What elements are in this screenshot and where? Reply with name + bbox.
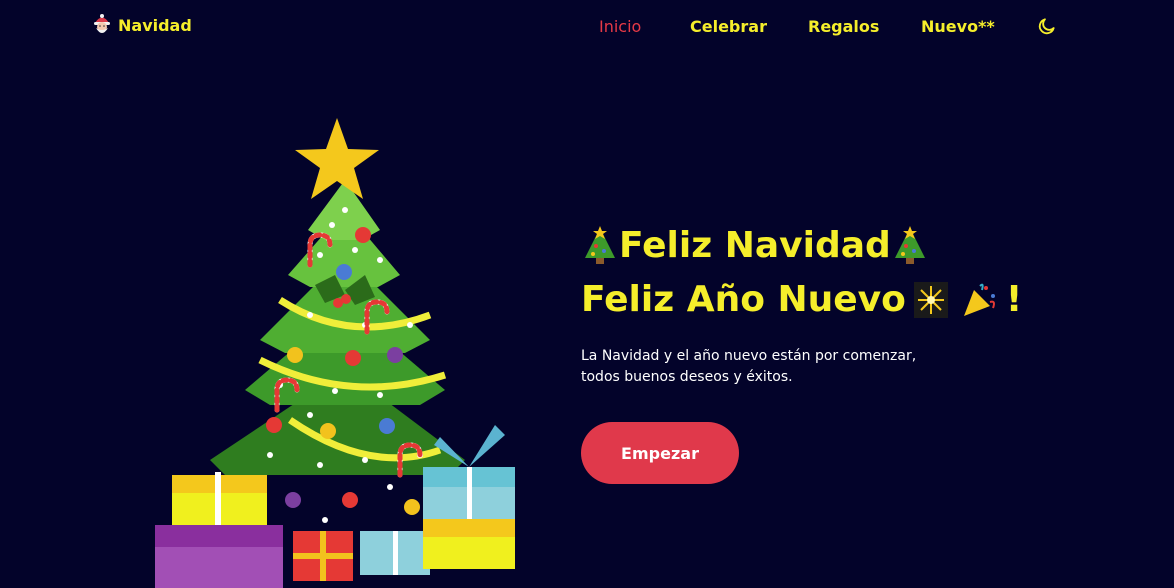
brand-logo[interactable]: Navidad [92,14,192,36]
nav-link-regalos[interactable]: Regalos [808,17,879,36]
brand-name: Navidad [118,15,192,35]
hero-title-line1-text: Feliz Navidad [619,225,891,266]
hero-subtitle: La Navidad y el año nuevo están por come… [581,348,917,386]
moon-icon[interactable] [1037,16,1057,36]
christmas-tree-icon [894,226,925,264]
christmas-tree-illustration [155,118,515,588]
hero-title-line2: Feliz Año Nuevo ! [581,278,1141,322]
party-popper-icon [963,283,995,316]
nav-link-celebrar[interactable]: Celebrar [690,17,767,36]
hero-title-line1: Feliz Navidad [581,224,1141,268]
christmas-tree-icon [585,226,615,264]
nav-link-inicio[interactable]: Inicio [599,17,641,36]
nav-link-nuevo[interactable]: Nuevo** [921,17,995,36]
empezar-button[interactable]: Empezar [581,422,739,484]
top-navbar: Navidad Inicio Celebrar Regalos Nuevo** [0,0,1174,54]
hero-title-line2-text: Feliz Año Nuevo [581,279,906,320]
hero-section: Feliz Navidad Feliz Año Nuevo ! La Navid… [581,224,1141,402]
tree-star [295,118,379,199]
hero-title-line2-exclamation: ! [1005,279,1023,320]
sparkler-icon [913,282,948,318]
santa-icon [94,14,110,33]
